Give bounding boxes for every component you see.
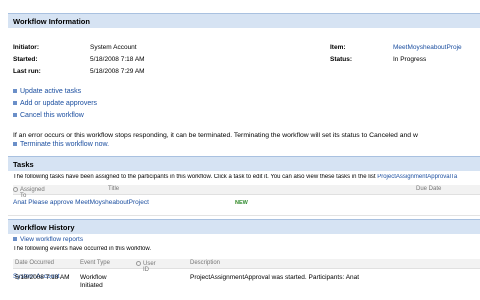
divider — [8, 215, 480, 216]
bullet-icon — [13, 113, 17, 118]
initiator-label: Initiator: — [13, 44, 39, 51]
bullet-icon — [13, 237, 17, 242]
date-occurred-column-header[interactable]: Date Occurred — [15, 260, 54, 266]
tasks-description-text: The following tasks have been assigned t… — [13, 174, 378, 180]
last-run-label: Last run: — [13, 68, 41, 75]
history-column-header: Date Occurred Event Type User ID Descrip… — [13, 259, 480, 273]
workflow-history-title: Workflow History — [13, 223, 75, 232]
tasks-column-header: Assigned To Title Due Date — [13, 185, 480, 199]
user-icon — [136, 261, 141, 266]
assigned-to-column-header[interactable]: Assigned To — [13, 186, 45, 199]
event-type-column-header[interactable]: Event Type — [80, 260, 110, 266]
history-row: 5/18/2008 7:18 AM Workflow Initiated Sys… — [13, 273, 480, 295]
description-column-header[interactable]: Description — [190, 260, 220, 266]
add-update-approvers-link[interactable]: Add or update approvers — [13, 100, 97, 107]
tasks-title: Tasks — [13, 160, 34, 169]
cancel-workflow-label: Cancel this workflow — [20, 112, 84, 119]
workflow-history-header: Workflow History — [8, 219, 480, 234]
status-value: In Progress — [393, 56, 427, 63]
terminate-notice: If an error occurs or this workflow stop… — [13, 132, 418, 139]
tasks-list-link[interactable]: ProjectAssignmentApprovalTa — [377, 174, 457, 180]
started-label: Started: — [13, 56, 38, 63]
history-event-type-line1: Workflow — [80, 274, 107, 281]
task-assigned-to-link[interactable]: Anat — [13, 199, 26, 206]
title-column-header[interactable]: Title — [108, 186, 119, 192]
update-active-tasks-label: Update active tasks — [20, 88, 82, 95]
item-label: Item: — [330, 44, 346, 51]
assigned-to-header-label: Assigned To — [20, 187, 45, 199]
user-id-column-header[interactable]: User ID — [136, 260, 156, 273]
update-active-tasks-link[interactable]: Update active tasks — [13, 88, 81, 95]
status-label: Status: — [330, 56, 353, 63]
add-update-approvers-label: Add or update approvers — [20, 100, 98, 107]
bullet-icon — [13, 142, 17, 147]
history-event-type-line2: Initiated — [80, 282, 103, 289]
select-all-icon — [13, 187, 18, 192]
task-title-link[interactable]: Please approve MeetMoysheaboutProject — [28, 199, 149, 206]
due-date-column-header[interactable]: Due Date — [416, 186, 441, 192]
bullet-icon — [13, 101, 17, 106]
terminate-workflow-link[interactable]: Terminate this workflow now. — [13, 141, 109, 148]
view-workflow-reports-link[interactable]: View workflow reports — [13, 236, 83, 243]
bullet-icon — [13, 89, 17, 94]
started-value: 5/18/2008 7:18 AM — [90, 56, 145, 63]
workflow-info-grid: Initiator: System Account Item: MeetMoys… — [13, 44, 480, 80]
workflow-information-title: Workflow Information — [13, 17, 90, 26]
last-run-value: 5/18/2008 7:29 AM — [90, 68, 145, 75]
initiator-value: System Account — [90, 44, 137, 51]
terminate-workflow-label: Terminate this workflow now. — [20, 141, 110, 148]
user-id-header-label: User ID — [143, 261, 156, 273]
started-row: Started: 5/18/2008 7:18 AM Status: In Pr… — [13, 56, 480, 66]
history-description-cell: ProjectAssignmentApproval was started. P… — [190, 274, 360, 281]
item-link[interactable]: MeetMoysheaboutProje — [393, 44, 462, 51]
tasks-header: Tasks — [8, 156, 480, 171]
view-workflow-reports-label: View workflow reports — [20, 236, 84, 243]
last-run-row: Last run: 5/18/2008 7:29 AM — [13, 68, 480, 78]
workflow-information-header: Workflow Information — [8, 13, 480, 28]
initiator-row: Initiator: System Account Item: MeetMoys… — [13, 44, 480, 54]
tasks-description: The following tasks have been assigned t… — [13, 174, 480, 180]
new-badge-label: NEW — [235, 200, 248, 206]
cancel-workflow-link[interactable]: Cancel this workflow — [13, 112, 84, 119]
history-description: The following events have occurred in th… — [13, 246, 152, 252]
history-date: 5/18/2008 7:18 AM — [15, 274, 70, 281]
